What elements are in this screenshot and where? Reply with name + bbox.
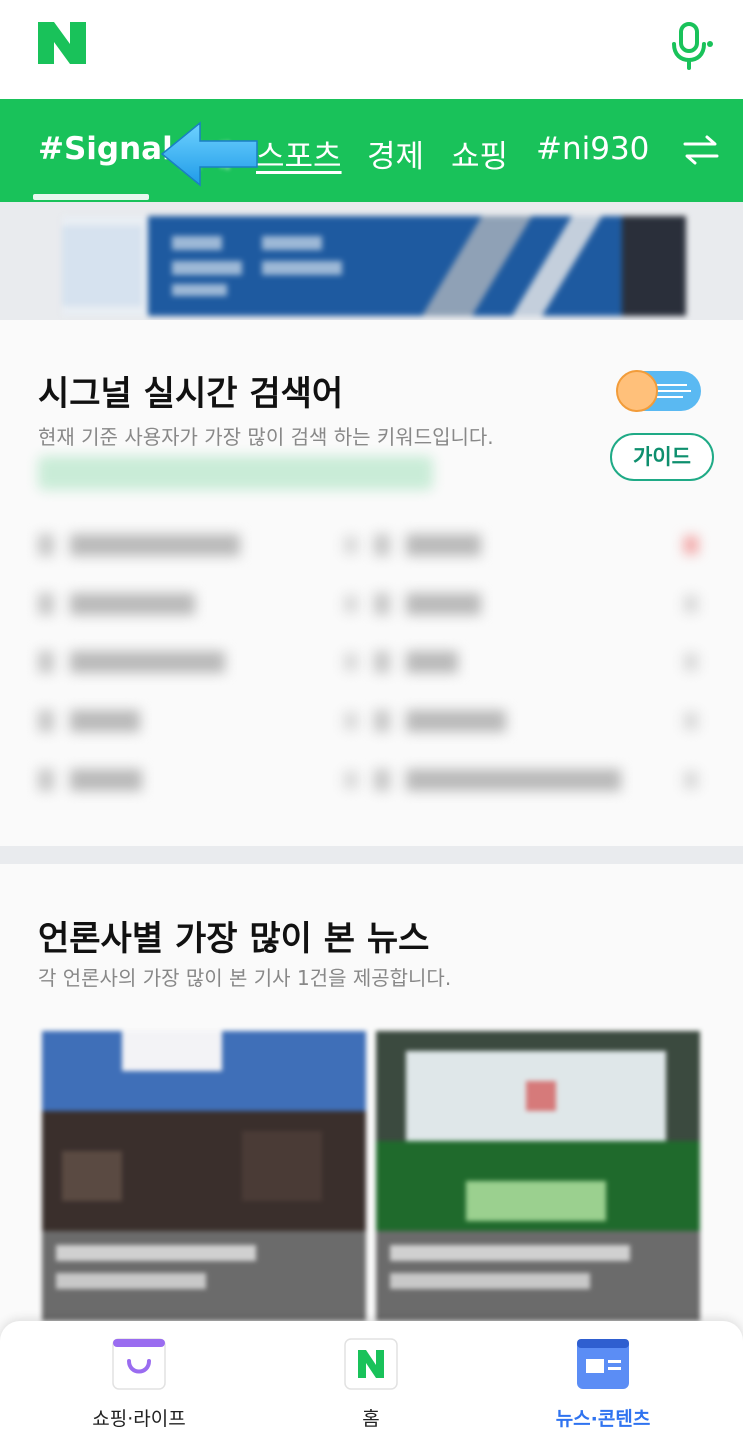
nav-shopping-life[interactable]: 쇼핑·라이프 [39, 1321, 239, 1445]
naver-home-icon [344, 1338, 398, 1390]
news-section-subtitle: 각 언론사의 가장 많이 본 기사 1건을 제공합니다. [38, 966, 452, 990]
top-header [0, 0, 743, 99]
news-thumbnail[interactable] [42, 1031, 366, 1321]
signal-section-title: 시그널 실시간 검색어 [38, 374, 344, 414]
nav-label-home: 홈 [362, 1408, 380, 1430]
rank-list-item[interactable] [374, 765, 704, 795]
blurred-timestamp-line [38, 456, 433, 490]
bottom-navigation: 쇼핑·라이프 홈 뉴스·콘텐츠 [0, 1321, 743, 1445]
rank-list-item[interactable] [374, 647, 704, 677]
tab-ni930[interactable]: #ni930 [536, 131, 649, 167]
news-section-title: 언론사별 가장 많이 본 뉴스 [38, 919, 430, 959]
ad-banner-area [0, 202, 743, 320]
signal-section-subtitle: 현재 기준 사용자가 가장 많이 검색 하는 키워드입니다. [38, 425, 494, 449]
rank-list-item[interactable] [38, 706, 358, 736]
nav-label-shopping-life: 쇼핑·라이프 [92, 1408, 186, 1430]
naver-logo[interactable] [38, 22, 86, 64]
tab-signal[interactable]: #Signal [38, 131, 173, 167]
nav-news-content[interactable]: 뉴스·콘텐츠 [503, 1321, 703, 1445]
microphone-icon[interactable] [666, 20, 716, 70]
signal-toggle-switch[interactable] [613, 367, 701, 415]
active-tab-indicator [33, 194, 149, 200]
tab-sports[interactable]: 스포츠 [256, 131, 342, 176]
section-divider [0, 846, 743, 864]
ad-banner[interactable] [62, 216, 686, 316]
tab-economy[interactable]: 경제 [367, 131, 424, 176]
rank-list-item[interactable] [38, 765, 358, 795]
guide-button[interactable]: 가이드 [610, 433, 714, 481]
swap-arrows-icon[interactable] [683, 130, 719, 170]
rank-list-item[interactable] [38, 589, 358, 619]
pointer-arrow-annotation [160, 121, 258, 187]
news-content-icon [577, 1339, 629, 1389]
rank-list-item[interactable] [374, 706, 704, 736]
news-thumbnail[interactable] [376, 1031, 700, 1321]
nav-home[interactable]: 홈 [271, 1321, 471, 1445]
rank-list-item[interactable] [38, 647, 358, 677]
rank-list-item[interactable] [374, 589, 704, 619]
shopping-bag-icon [112, 1338, 166, 1390]
nav-label-news-content: 뉴스·콘텐츠 [555, 1408, 651, 1430]
rank-list-item[interactable] [38, 530, 358, 560]
rank-list-item[interactable] [374, 530, 704, 560]
tab-shopping[interactable]: 쇼핑 [451, 131, 508, 176]
